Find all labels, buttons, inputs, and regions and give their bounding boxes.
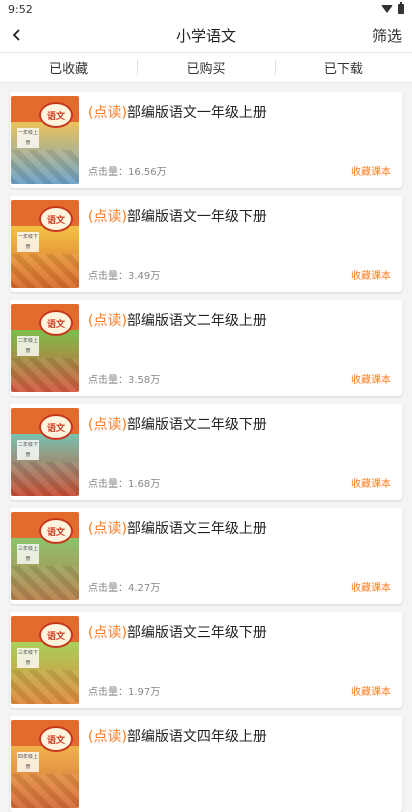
cover-grade-label: 二年级上册 (17, 336, 39, 356)
book-title-text: 部编版语文二年级上册 (126, 313, 267, 329)
cover-scene (11, 358, 79, 392)
favorite-textbook-button[interactable]: 收藏课本 (351, 475, 391, 490)
book-title: (点读)部编版语文三年级上册 (88, 518, 402, 538)
book-card[interactable]: 语文 二年级下册 (点读)部编版语文二年级下册 点击量：1.68万 收藏课本 (10, 404, 402, 500)
book-title: (点读)部编版语文一年级上册 (88, 102, 402, 122)
book-cover: 语文 一年级上册 (11, 96, 79, 184)
cover-scene (11, 254, 79, 288)
book-title: (点读)部编版语文二年级下册 (88, 414, 402, 434)
book-card[interactable]: 语文 三年级下册 (点读)部编版语文三年级下册 点击量：1.97万 收藏课本 (10, 612, 402, 708)
book-tag: (点读) (88, 105, 127, 121)
book-title-text: 部编版语文四年级上册 (126, 729, 267, 745)
favorite-textbook-button[interactable]: 收藏课本 (351, 579, 391, 594)
cover-grade-label: 四年级上册 (17, 752, 39, 772)
book-info: (点读)部编版语文二年级上册 点击量：3.58万 收藏课本 (79, 304, 402, 392)
cover-title-text: 语文 (46, 631, 65, 642)
status-time: 9:52 (8, 2, 33, 16)
book-title: (点读)部编版语文三年级下册 (88, 622, 402, 642)
cover-title-text: 语文 (46, 735, 65, 746)
cover-title-badge: 语文 (39, 310, 73, 336)
book-clicks: 点击量：3.58万 (88, 375, 161, 386)
book-tag: (点读) (88, 625, 127, 641)
app-header: 小学语文 筛选 (0, 18, 412, 53)
book-tag: (点读) (88, 313, 127, 329)
cover-title-text: 语文 (46, 527, 65, 538)
favorite-textbook-button[interactable]: 收藏课本 (351, 163, 391, 178)
cover-scene (11, 774, 79, 808)
status-icons (381, 2, 404, 14)
tab-purchased[interactable]: 已购买 (137, 58, 274, 77)
book-cover: 语文 四年级上册 (11, 720, 79, 808)
tab-bar: 已收藏 已购买 已下载 (0, 53, 412, 83)
cover-grade-label: 三年级下册 (17, 648, 39, 668)
book-title: (点读)部编版语文一年级下册 (88, 206, 402, 226)
book-tag: (点读) (88, 729, 127, 745)
favorite-textbook-button[interactable]: 收藏课本 (351, 683, 391, 698)
cover-title-badge: 语文 (39, 726, 73, 752)
book-clicks: 点击量：1.68万 (88, 479, 161, 490)
cover-scene (11, 566, 79, 600)
favorite-textbook-button[interactable]: 收藏课本 (351, 267, 391, 282)
book-info: (点读)部编版语文一年级下册 点击量：3.49万 收藏课本 (79, 200, 402, 288)
wifi-icon (381, 5, 393, 13)
book-title: (点读)部编版语文四年级上册 (88, 726, 402, 746)
book-cover: 语文 三年级下册 (11, 616, 79, 704)
book-title-text: 部编版语文三年级上册 (126, 521, 267, 537)
book-title-text: 部编版语文二年级下册 (126, 417, 267, 433)
book-card[interactable]: 语文 一年级下册 (点读)部编版语文一年级下册 点击量：3.49万 收藏课本 (10, 196, 402, 292)
cover-title-badge: 语文 (39, 622, 73, 648)
cover-title-text: 语文 (46, 423, 65, 434)
cover-title-badge: 语文 (39, 414, 73, 440)
tab-favorites[interactable]: 已收藏 (0, 58, 137, 77)
favorite-textbook-button[interactable]: 收藏课本 (351, 371, 391, 386)
cover-scene (11, 670, 79, 704)
cover-title-text: 语文 (46, 111, 65, 122)
book-cover: 语文 二年级下册 (11, 408, 79, 496)
cover-grade-label: 三年级上册 (17, 544, 39, 564)
book-tag: (点读) (88, 417, 127, 433)
book-clicks: 点击量：3.49万 (88, 271, 161, 282)
back-icon[interactable] (10, 24, 32, 46)
book-info: (点读)部编版语文二年级下册 点击量：1.68万 收藏课本 (79, 408, 402, 496)
book-tag: (点读) (88, 521, 127, 537)
book-cover: 语文 一年级下册 (11, 200, 79, 288)
cover-grade-label: 二年级下册 (17, 440, 39, 460)
book-clicks: 点击量：4.27万 (88, 583, 161, 594)
status-bar: 9:52 (0, 0, 412, 18)
book-card[interactable]: 语文 三年级上册 (点读)部编版语文三年级上册 点击量：4.27万 收藏课本 (10, 508, 402, 604)
book-info: (点读)部编版语文三年级下册 点击量：1.97万 收藏课本 (79, 616, 402, 704)
book-list: 语文 一年级上册 (点读)部编版语文一年级上册 点击量：16.56万 收藏课本 … (0, 83, 412, 812)
book-tag: (点读) (88, 209, 127, 225)
book-clicks: 点击量：16.56万 (88, 167, 167, 178)
book-cover: 语文 二年级上册 (11, 304, 79, 392)
book-info: (点读)部编版语文一年级上册 点击量：16.56万 收藏课本 (79, 96, 402, 184)
book-title-text: 部编版语文一年级上册 (126, 105, 267, 121)
cover-grade-label: 一年级上册 (17, 128, 39, 148)
tab-downloaded[interactable]: 已下载 (274, 58, 412, 77)
book-title: (点读)部编版语文二年级上册 (88, 310, 402, 330)
book-card[interactable]: 语文 四年级上册 (点读)部编版语文四年级上册 (10, 716, 402, 812)
book-title-text: 部编版语文一年级下册 (126, 209, 267, 225)
book-cover: 语文 三年级上册 (11, 512, 79, 600)
book-clicks: 点击量：1.97万 (88, 687, 161, 698)
cover-scene (11, 462, 79, 496)
filter-button[interactable]: 筛选 (372, 25, 402, 46)
book-card[interactable]: 语文 一年级上册 (点读)部编版语文一年级上册 点击量：16.56万 收藏课本 (10, 92, 402, 188)
book-card[interactable]: 语文 二年级上册 (点读)部编版语文二年级上册 点击量：3.58万 收藏课本 (10, 300, 402, 396)
cover-title-text: 语文 (46, 319, 65, 330)
page-title: 小学语文 (175, 26, 236, 45)
cover-title-badge: 语文 (39, 206, 73, 232)
cover-title-badge: 语文 (39, 102, 73, 128)
cover-title-badge: 语文 (39, 518, 73, 544)
book-info: (点读)部编版语文三年级上册 点击量：4.27万 收藏课本 (79, 512, 402, 600)
cover-scene (11, 150, 79, 184)
battery-icon (398, 2, 404, 14)
cover-grade-label: 一年级下册 (17, 232, 39, 252)
book-title-text: 部编版语文三年级下册 (126, 625, 267, 641)
book-info: (点读)部编版语文四年级上册 (79, 720, 402, 808)
cover-title-text: 语文 (46, 215, 65, 226)
